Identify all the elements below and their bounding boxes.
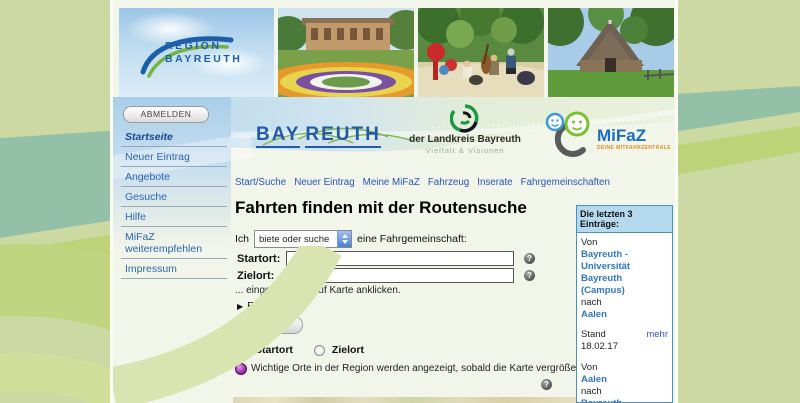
topnav-neuer-eintrag[interactable]: Neuer Eintrag <box>294 177 354 188</box>
photo-region-logo: REGION BAYREUTH <box>119 8 274 97</box>
von-label: Von <box>581 362 668 374</box>
photo-playground <box>418 8 544 97</box>
sidebar-item-angebote[interactable]: Angebote <box>121 167 227 187</box>
entry-from-link[interactable]: Aalen <box>581 374 668 386</box>
sidebar-nav: Startseite Neuer Eintrag Angebote Gesuch… <box>121 127 227 279</box>
mifaz-logo: MiFaZ DEINE MITFAHRZENTRALE <box>541 110 671 168</box>
recent-entries-title: Die letzten 3 Einträge: <box>577 206 672 233</box>
sidebar-item-startseite[interactable]: Startseite <box>121 127 227 147</box>
landkreis-bayreuth-logo: der Landkreis Bayreuth Vielfalt & Vision… <box>405 103 525 155</box>
mifaz-tagline: DEINE MITFAHRZENTRALE <box>597 145 671 151</box>
stand-label: Stand <box>581 329 606 340</box>
question-icon-startort[interactable]: ? <box>524 253 535 264</box>
bayreuth-city-logo: BAYREUTH <box>256 124 381 146</box>
recent-entry: Von Aalen nach Bayreuth - Universität Ba… <box>581 362 668 403</box>
mehr-link[interactable]: mehr <box>646 329 668 353</box>
landkreis-spiral-icon <box>450 103 480 133</box>
sidebar-item-impressum[interactable]: Impressum <box>121 259 227 279</box>
topnav-fahrzeug[interactable]: Fahrzeug <box>428 177 469 188</box>
question-icon-map[interactable]: ? <box>541 379 552 390</box>
abmelden-button[interactable]: ABMELDEN <box>123 106 209 123</box>
sidebar-item-gesuche[interactable]: Gesuche <box>121 187 227 207</box>
region-bayreuth-logo: REGION BAYREUTH <box>133 32 263 84</box>
region-logo-line2: BAYREUTH <box>165 53 242 66</box>
select-stepper-icon <box>337 231 351 247</box>
recent-entries-box: Die letzten 3 Einträge: Von Bayreuth - U… <box>576 205 673 403</box>
photo-festspielhaus <box>278 8 414 97</box>
top-nav: Start/Suche Neuer Eintrag Meine MiFaZ Fa… <box>235 177 610 188</box>
entry-to-link[interactable]: Bayreuth - Universität Bayreuth (Campus) <box>581 398 668 403</box>
sidebar-item-hilfe[interactable]: Hilfe <box>121 207 227 227</box>
nach-label: nach <box>581 297 668 309</box>
topnav-fahrgemeinschaften[interactable]: Fahrgemeinschaften <box>521 177 610 188</box>
landkreis-tagline: Vielfalt & Visionen <box>405 146 525 155</box>
region-logo-line1: REGION <box>165 40 242 53</box>
landkreis-name: der Landkreis Bayreuth <box>405 134 525 145</box>
nach-label: nach <box>581 386 668 398</box>
von-label: Von <box>581 237 668 249</box>
topnav-start-suche[interactable]: Start/Suche <box>235 177 286 188</box>
ich-label: Ich <box>235 233 249 245</box>
after-select-label: eine Fahrgemeinschaft: <box>357 233 467 245</box>
topnav-inserate[interactable]: Inserate <box>477 177 512 188</box>
entry-date: 18.02.17 <box>581 341 618 352</box>
entry-to-link[interactable]: Aalen <box>581 309 668 321</box>
city-logo-part2: REUTH <box>305 124 380 148</box>
sidebar-item-neuer-eintrag[interactable]: Neuer Eintrag <box>121 147 227 167</box>
sidebar-item-weiterempfehlen[interactable]: MiFaZ weiterempfehlen <box>121 227 227 259</box>
header-photo-strip: REGION BAYREUTH <box>119 8 674 97</box>
page-container: REGION BAYREUTH <box>110 0 678 403</box>
recent-entry: Von Bayreuth - Universität Bayreuth (Cam… <box>581 237 668 353</box>
city-logo-part1: BAY <box>256 124 300 148</box>
page-title: Fahrten finden mit der Routensuche <box>235 198 527 218</box>
entry-from-link[interactable]: Bayreuth - Universität Bayreuth (Campus) <box>581 249 668 297</box>
topnav-meine-mifaz[interactable]: Meine MiFaZ <box>363 177 420 188</box>
mifaz-name: MiFaZ <box>597 126 646 146</box>
photo-farmhouse <box>548 8 674 97</box>
mifaz-smileys-icon <box>541 110 597 158</box>
ride-type-select-value: biete oder suche <box>255 234 337 245</box>
question-icon-zielort[interactable]: ? <box>524 270 535 281</box>
